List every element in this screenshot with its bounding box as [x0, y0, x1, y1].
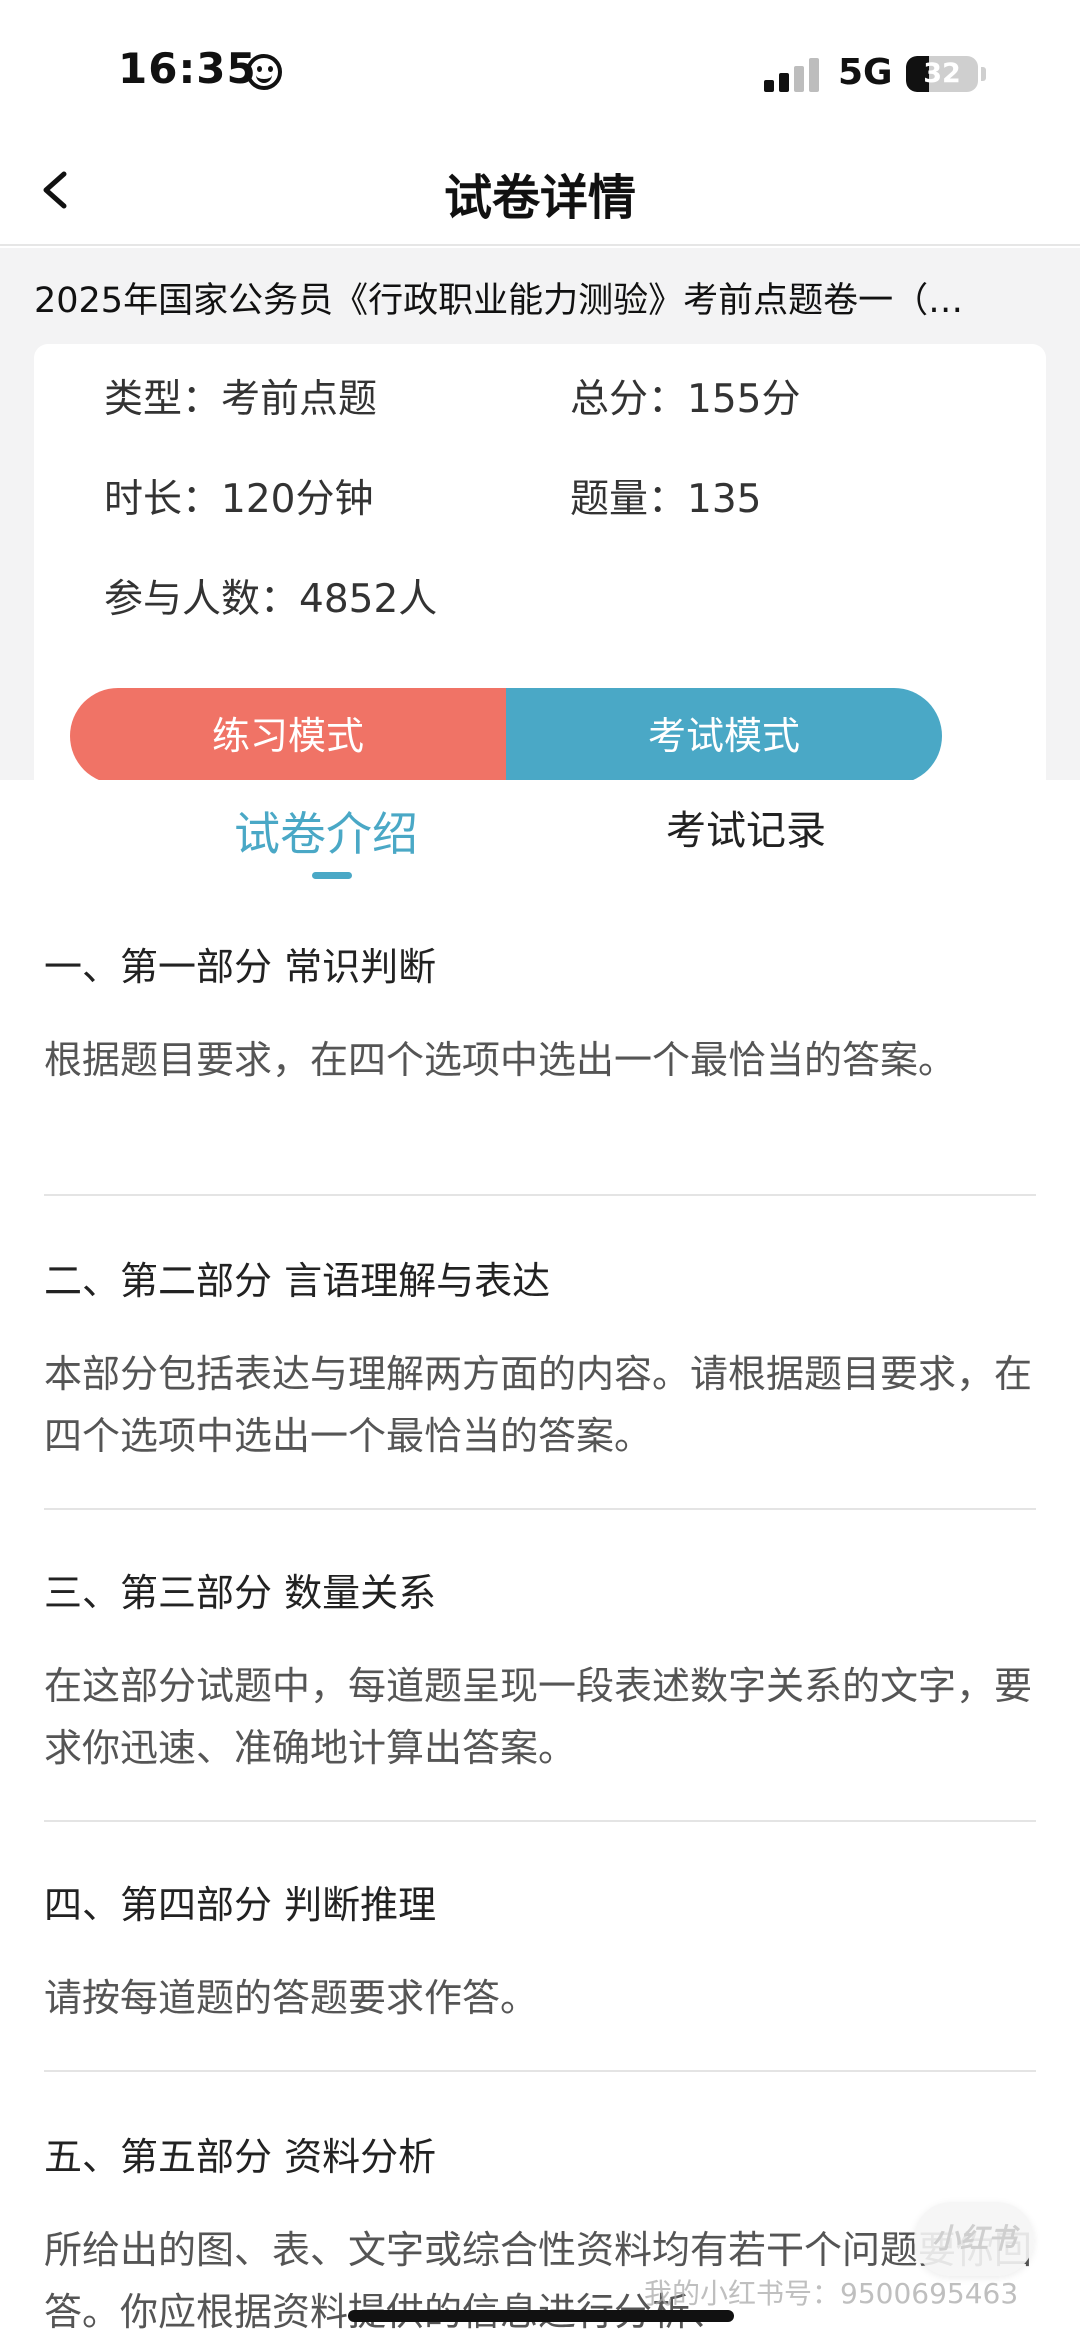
section-desc: 根据题目要求，在四个选项中选出一个最恰当的答案。 — [44, 1038, 957, 1082]
divider — [44, 1194, 1036, 1196]
tab-active-indicator — [312, 872, 352, 879]
section-3: 三、第三部分 数量关系 在这部分试题中，每道题呈现一段表述数字关系的文字，要求你… — [44, 1562, 1036, 1779]
smile-icon — [246, 54, 282, 90]
info-participants: 参与人数：4852人 — [104, 577, 438, 622]
exam-mode-button[interactable]: 考试模式 — [506, 688, 942, 784]
watermark-text: 我的小红书号：9500695463 — [644, 2277, 1019, 2310]
section-desc: 本部分包括表达与理解两方面的内容。请根据题目要求，在四个选项中选出一个最恰当的答… — [44, 1352, 1033, 1458]
divider — [44, 1508, 1036, 1510]
paper-header: 2025年国家公务员《行政职业能力测验》考前点题卷一（… 类型：考前点题 总分：… — [0, 248, 1080, 784]
info-total-score: 总分：155分 — [570, 377, 801, 422]
section-title: 四、第四部分 判断推理 — [44, 1883, 437, 1927]
section-title: 三、第三部分 数量关系 — [44, 1571, 437, 1615]
info-question-count: 题量：135 — [570, 477, 762, 522]
section-title: 五、第五部分 资料分析 — [44, 2135, 437, 2179]
network-label: 5G — [838, 52, 893, 93]
tab-exam-record[interactable]: 考试记录 — [666, 798, 826, 856]
home-indicator[interactable] — [348, 2310, 734, 2322]
battery-icon: 32 — [906, 56, 978, 92]
xiaohongshu-badge: 小红书 — [914, 2202, 1034, 2276]
tab-intro[interactable]: 试卷介绍 — [234, 798, 418, 864]
info-type: 类型：考前点题 — [104, 377, 378, 422]
signal-icon — [764, 58, 822, 92]
section-title: 一、第一部分 常识判断 — [44, 945, 437, 989]
section-1: 一、第一部分 常识判断 根据题目要求，在四个选项中选出一个最恰当的答案。 — [44, 936, 1036, 1091]
info-duration: 时长：120分钟 — [104, 477, 374, 522]
section-4: 四、第四部分 判断推理 请按每道题的答题要求作答。 — [44, 1874, 1036, 2029]
battery-tip — [981, 67, 986, 81]
section-2: 二、第二部分 言语理解与表达 本部分包括表达与理解两方面的内容。请根据题目要求，… — [44, 1250, 1036, 1467]
nav-bar: 试卷详情 — [0, 140, 1080, 246]
paper-title: 2025年国家公务员《行政职业能力测验》考前点题卷一（… — [34, 281, 964, 321]
section-title: 二、第二部分 言语理解与表达 — [44, 1259, 551, 1303]
main-sheet: 试卷介绍 考试记录 一、第一部分 常识判断 根据题目要求，在四个选项中选出一个最… — [0, 780, 1080, 2341]
divider — [44, 1820, 1036, 1822]
section-desc: 请按每道题的答题要求作答。 — [44, 1976, 539, 2020]
status-time: 16:35 — [118, 44, 257, 93]
divider — [44, 2070, 1036, 2072]
practice-mode-button[interactable]: 练习模式 — [70, 688, 506, 784]
battery-level: 32 — [923, 58, 961, 89]
status-bar: 16:35 5G 32 — [0, 0, 1080, 140]
page-title: 试卷详情 — [443, 170, 636, 226]
section-desc: 在这部分试题中，每道题呈现一段表述数字关系的文字，要求你迅速、准确地计算出答案。 — [44, 1664, 1033, 1770]
